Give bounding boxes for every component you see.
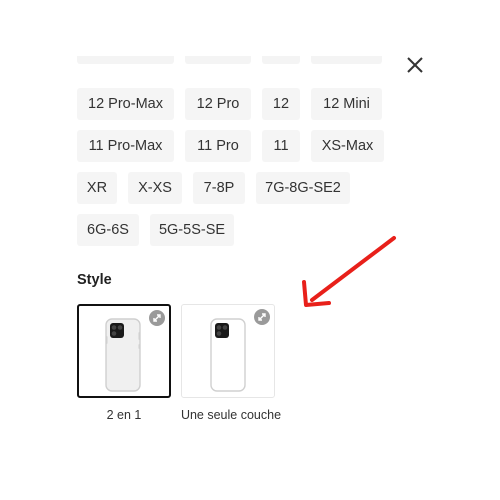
model-chip-hidden[interactable] — [185, 56, 251, 64]
model-chip-11-pro-max[interactable]: 11 Pro-Max — [77, 130, 174, 162]
style-option-une-seule-couche[interactable] — [181, 304, 275, 398]
model-chip-6g-6s[interactable]: 6G-6S — [77, 214, 139, 246]
model-chip-7-8p[interactable]: 7-8P — [193, 172, 245, 204]
model-chip-12-mini[interactable]: 12 Mini — [311, 88, 382, 120]
scrolled-chip-row — [0, 56, 500, 76]
style-option-2-en-1[interactable] — [77, 304, 171, 398]
expand-icon[interactable] — [149, 310, 165, 326]
model-chip-11-pro[interactable]: 11 Pro — [185, 130, 251, 162]
model-chip-12[interactable]: 12 — [262, 88, 300, 120]
model-chip-12-pro-max[interactable]: 12 Pro-Max — [77, 88, 174, 120]
style-section-label: Style — [77, 272, 112, 288]
model-chip-hidden[interactable] — [311, 56, 382, 64]
model-chip-xs-max[interactable]: XS-Max — [311, 130, 384, 162]
style-option-caption: 2 en 1 — [106, 408, 142, 422]
phone-case-image — [210, 318, 246, 392]
model-chip-hidden[interactable] — [262, 56, 300, 64]
model-chip-7g-8g-se2[interactable]: 7G-8G-SE2 — [256, 172, 350, 204]
phone-case-image — [105, 318, 141, 392]
expand-icon[interactable] — [254, 309, 270, 325]
annotation-arrow-icon — [302, 236, 396, 307]
model-chip-12-pro[interactable]: 12 Pro — [185, 88, 251, 120]
model-chip-x-xs[interactable]: X-XS — [128, 172, 182, 204]
model-chip-11[interactable]: 11 — [262, 130, 300, 162]
model-chip-hidden[interactable] — [77, 56, 174, 64]
style-option-caption: Une seule couche — [180, 408, 282, 422]
model-chip-xr[interactable]: XR — [77, 172, 117, 204]
model-chip-5g-5s-se[interactable]: 5G-5S-SE — [150, 214, 234, 246]
